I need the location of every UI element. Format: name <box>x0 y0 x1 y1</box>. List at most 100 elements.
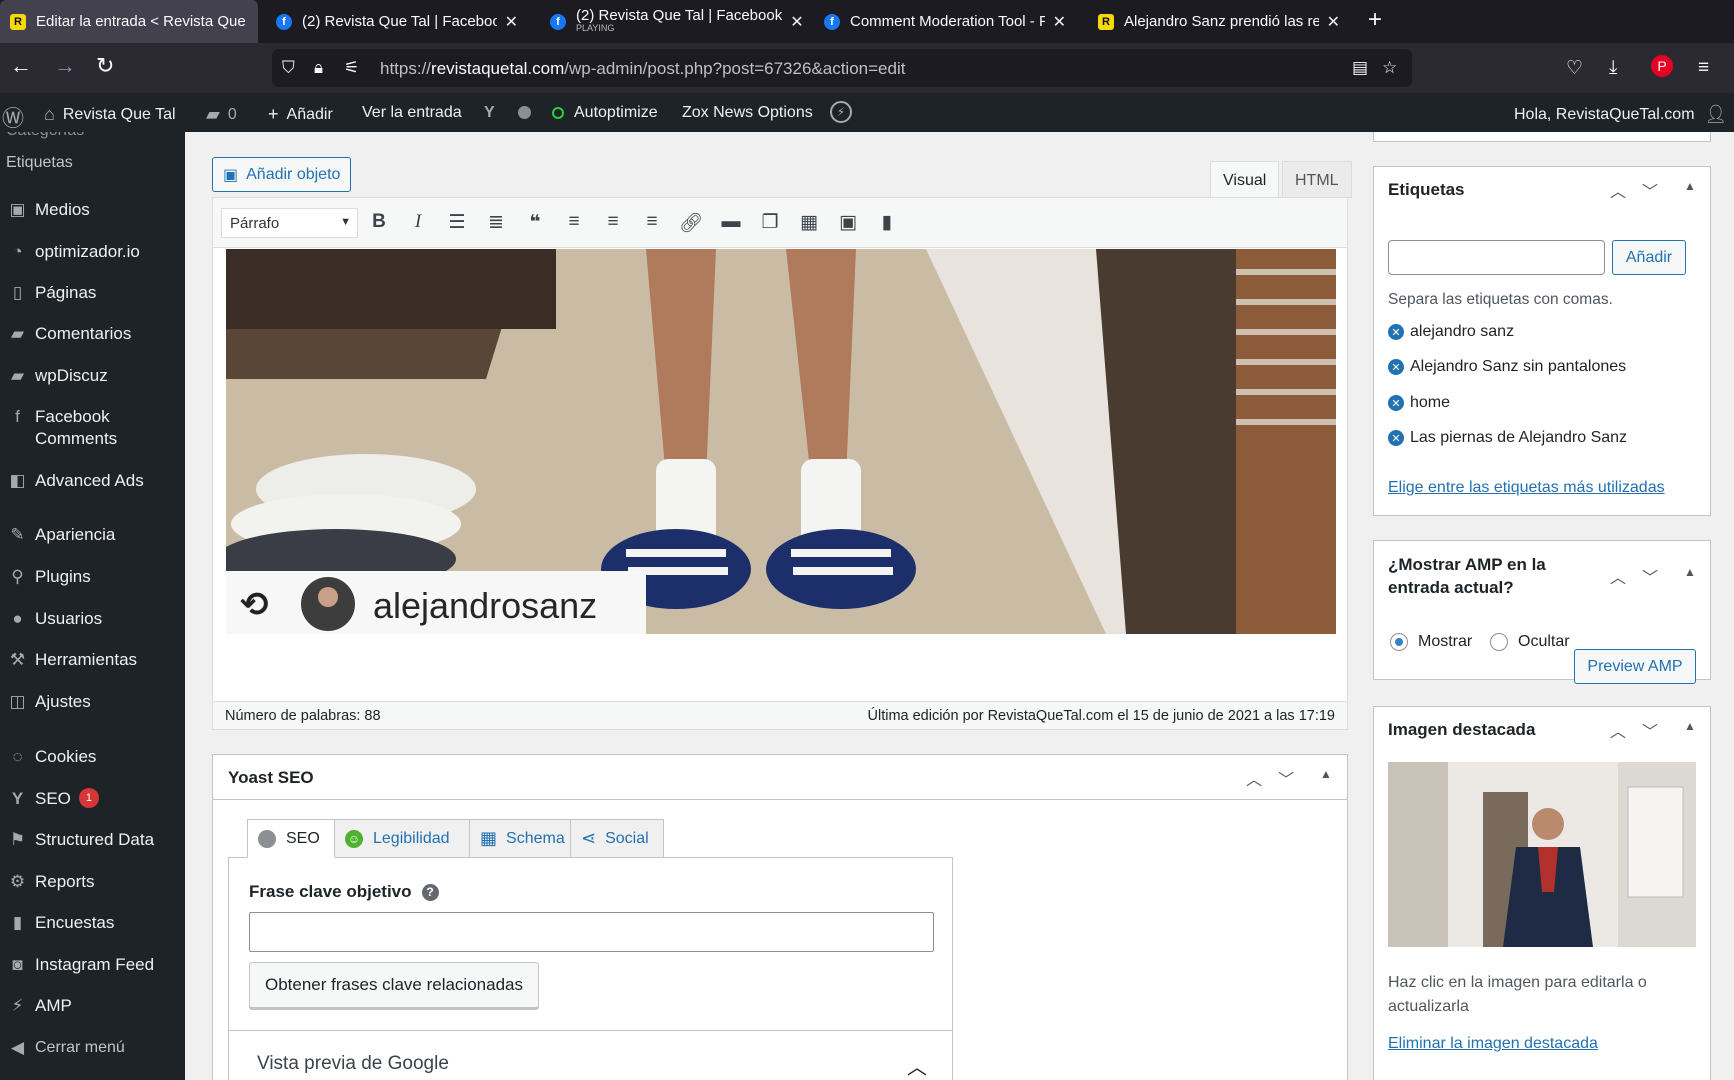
sidebar-item-encuestas[interactable]: ▮ Encuestas <box>0 912 185 934</box>
back-icon[interactable]: ← <box>10 53 32 79</box>
sidebar-item-structured-data[interactable]: ⚑ Structured Data <box>0 829 185 851</box>
remove-tag-icon[interactable]: ✕ <box>1388 395 1404 411</box>
read-more-icon[interactable]: ▬ <box>718 211 744 233</box>
move-down-icon[interactable]: ﹀ <box>1642 178 1658 202</box>
tab-schema[interactable]: ▦ Schema <box>469 819 571 858</box>
remove-featured-image-link[interactable]: Eliminar la imagen destacada <box>1388 1035 1598 1053</box>
remove-tag-icon[interactable]: ✕ <box>1388 359 1404 375</box>
align-right-icon[interactable]: ≡ <box>639 211 665 233</box>
move-up-icon[interactable]: ︿ <box>1610 564 1626 588</box>
tab-legibilidad[interactable]: ☺ Legibilidad <box>334 819 470 858</box>
choose-most-used-tags-link[interactable]: Elige entre las etiquetas más utilizadas <box>1388 479 1665 497</box>
move-down-icon[interactable]: ﹀ <box>1278 766 1294 790</box>
account-greeting[interactable]: Hola, RevistaQueTal.com 👤︎ <box>1514 104 1727 125</box>
pocket-icon[interactable]: ♡ <box>1566 57 1583 80</box>
sidebar-item-apariencia[interactable]: ✎ Apariencia <box>0 524 185 546</box>
forward-icon[interactable]: → <box>54 53 76 79</box>
collapse-toggle-icon[interactable]: ▲ <box>1684 179 1696 193</box>
reload-icon[interactable]: ↻ <box>96 53 114 79</box>
add-media-button[interactable]: ▣ Añadir objeto <box>212 157 352 192</box>
remove-tag-icon[interactable]: ✕ <box>1388 430 1404 446</box>
tab-visual[interactable]: Visual <box>1210 161 1280 198</box>
sidebar-item-reports[interactable]: ⚙ Reports <box>0 871 185 893</box>
tab-editar-entrada[interactable]: R Editar la entrada < Revista Que T <box>0 0 258 43</box>
sidebar-item-advanced-ads[interactable]: ◧ Advanced Ads <box>0 470 185 492</box>
move-up-icon[interactable]: ︿ <box>1610 718 1626 742</box>
comments-link[interactable]: ▰ 0 <box>206 104 237 125</box>
menu-icon[interactable]: ≡ <box>1698 57 1709 79</box>
sidebar-item-cookies[interactable]: ◌ Cookies <box>0 746 185 768</box>
tab-seo[interactable]: SEO <box>247 819 335 858</box>
tab-alejandro-sanz[interactable]: R Alejandro Sanz prendió las rede ✕ <box>1088 0 1350 43</box>
site-name-link[interactable]: ⌂ Revista Que Tal <box>44 104 176 125</box>
autoptimize-link[interactable]: Autoptimize <box>552 104 658 122</box>
collapse-toggle-icon[interactable]: ▲ <box>1684 719 1696 733</box>
sidebar-item-categorias[interactable]: Categorías <box>0 132 185 142</box>
sidebar-item-facebook-comments[interactable]: f Facebook Comments <box>0 406 150 450</box>
align-left-icon[interactable]: ≡ <box>561 211 587 233</box>
sidebar-item-ajustes[interactable]: ◫ Ajustes <box>0 691 185 713</box>
tab-social[interactable]: ⋖ Social <box>570 819 664 858</box>
page-break-icon[interactable]: ❐ <box>757 211 783 234</box>
yoast-icon[interactable]: Y <box>484 104 495 122</box>
link-icon[interactable]: 🔗︎ <box>678 211 704 235</box>
sidebar-item-amp[interactable]: ⚡︎ AMP <box>0 995 185 1017</box>
tab-facebook-playing[interactable]: f (2) Revista Que Tal | Facebook PLAYING … <box>540 0 802 43</box>
sidebar-item-medios[interactable]: ▣ Medios <box>0 199 185 221</box>
close-tab-icon[interactable]: ✕ <box>790 12 802 32</box>
sidebar-item-seo[interactable]: Y SEO 1 <box>0 788 185 810</box>
sidebar-item-paginas[interactable]: ▯ Páginas <box>0 282 185 304</box>
sidebar-item-plugins[interactable]: ⚲ Plugins <box>0 566 185 588</box>
add-new-link[interactable]: + Añadir <box>268 104 333 125</box>
sidebar-item-etiquetas[interactable]: Etiquetas <box>0 152 185 174</box>
move-down-icon[interactable]: ﹀ <box>1642 564 1658 588</box>
pinterest-icon[interactable]: P <box>1651 55 1673 77</box>
featured-image-thumbnail[interactable] <box>1388 762 1696 947</box>
chevron-up-icon[interactable]: ︿ <box>907 1051 927 1080</box>
numbered-list-icon[interactable]: ≣ <box>483 211 509 234</box>
sidebar-item-usuarios[interactable]: ● Usuarios <box>0 608 185 630</box>
new-tab-icon[interactable]: + <box>1368 6 1382 34</box>
sidebar-item-instagram-feed[interactable]: ◙ Instagram Feed <box>0 954 185 976</box>
close-tab-icon[interactable]: ✕ <box>1053 12 1066 32</box>
amp-hide-radio[interactable]: Ocultar <box>1490 633 1570 651</box>
add-tag-button[interactable]: Añadir <box>1612 240 1686 275</box>
post-image[interactable]: ⟲ alejandrosanz <box>226 249 1336 634</box>
tab-comment-moderation[interactable]: f Comment Moderation Tool - Fac ✕ <box>814 0 1076 43</box>
wordpress-logo-icon[interactable]: Ⓦ <box>2 101 24 133</box>
move-up-icon[interactable]: ︿ <box>1610 178 1626 202</box>
align-center-icon[interactable]: ≡ <box>600 211 626 233</box>
sidebar-item-herramientas[interactable]: ⚒ Herramientas <box>0 649 185 671</box>
move-down-icon[interactable]: ﹀ <box>1642 718 1658 742</box>
get-related-keyphrases-button[interactable]: Obtener frases clave relacionadas <box>249 962 539 1008</box>
italic-icon[interactable]: I <box>405 211 431 233</box>
bold-icon[interactable]: B <box>366 211 392 233</box>
poll-chart-icon[interactable]: ▮ <box>874 211 900 234</box>
shortcode-icon[interactable]: ▣ <box>835 211 861 234</box>
zox-news-options-link[interactable]: Zox News Options <box>682 104 813 122</box>
sidebar-item-optimizador[interactable]: ◔ optimizador.io <box>0 241 185 263</box>
tab-facebook[interactable]: f (2) Revista Que Tal | Facebook ✕ <box>266 0 528 43</box>
tab-html[interactable]: HTML <box>1282 161 1352 198</box>
focus-keyphrase-input[interactable] <box>249 912 934 952</box>
shield-icon[interactable]: ⛉ <box>282 58 295 78</box>
sidebar-collapse-menu[interactable]: ◀ Cerrar menú <box>0 1037 185 1059</box>
permissions-icon[interactable]: ⚟ <box>344 58 359 78</box>
blockquote-icon[interactable]: ❝ <box>522 211 548 234</box>
close-tab-icon[interactable]: ✕ <box>505 12 518 32</box>
bullet-list-icon[interactable]: ☰ <box>444 211 470 234</box>
toolbar-toggle-icon[interactable]: ▦ <box>796 211 822 234</box>
format-select[interactable]: Párrafo ▼ <box>221 208 358 238</box>
help-icon[interactable]: ? <box>421 883 439 901</box>
move-up-icon[interactable]: ︿ <box>1246 766 1262 790</box>
collapse-toggle-icon[interactable]: ▲ <box>1320 767 1332 781</box>
sidebar-item-wpdiscuz[interactable]: ▰ wpDiscuz <box>0 365 185 387</box>
downloads-icon[interactable]: ⤓ <box>1609 57 1617 79</box>
new-tag-input[interactable] <box>1388 240 1605 275</box>
close-tab-icon[interactable]: ✕ <box>1327 12 1340 32</box>
google-preview-section[interactable]: Vista previa de Google ︿ <box>229 1030 952 1080</box>
reader-mode-icon[interactable]: ▤ <box>1352 58 1368 78</box>
preview-amp-button[interactable]: Preview AMP <box>1574 649 1696 684</box>
remove-tag-icon[interactable]: ✕ <box>1388 324 1404 340</box>
address-bar[interactable]: ⛉ 🔒︎ ⚟ https://revistaquetal.com/wp-admi… <box>272 49 1412 87</box>
